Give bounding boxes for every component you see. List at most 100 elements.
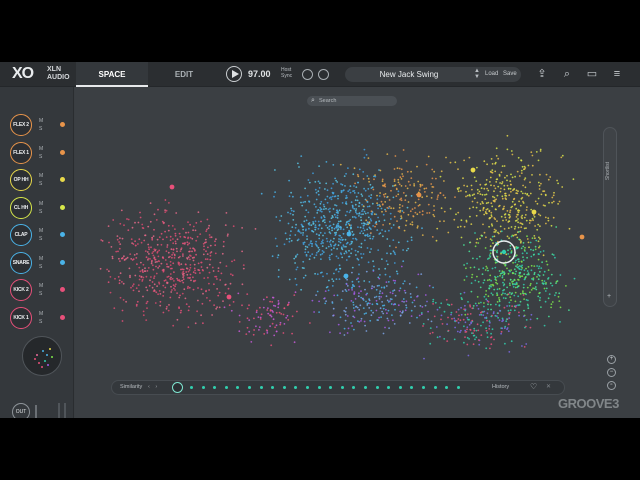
sample-dot[interactable] — [358, 308, 361, 311]
sample-dot[interactable] — [529, 284, 532, 287]
sample-dot[interactable] — [306, 194, 309, 197]
sample-dot[interactable] — [389, 212, 392, 215]
sample-dot[interactable] — [432, 286, 434, 289]
sample-dot[interactable] — [365, 270, 368, 273]
mute-button[interactable]: M — [39, 146, 43, 152]
sample-dot[interactable] — [498, 298, 501, 301]
sample-dot[interactable] — [338, 220, 340, 223]
sample-dot[interactable] — [421, 306, 424, 308]
sample-dot[interactable] — [142, 310, 145, 313]
sample-dot[interactable] — [400, 215, 403, 218]
sample-dot[interactable] — [314, 226, 316, 229]
sample-dot[interactable] — [153, 213, 156, 216]
sample-dot[interactable] — [370, 210, 373, 213]
sample-dot[interactable] — [224, 292, 227, 295]
sample-dot[interactable] — [406, 187, 409, 190]
sample-dot[interactable] — [471, 332, 473, 334]
sample-dot[interactable] — [520, 169, 523, 172]
sample-dot[interactable] — [369, 302, 371, 305]
sample-dot[interactable] — [300, 201, 302, 204]
sample-dot[interactable] — [128, 267, 131, 270]
sample-dot[interactable] — [328, 231, 331, 234]
sample-dot[interactable] — [495, 155, 498, 157]
sample-dot[interactable] — [378, 284, 380, 287]
sample-dot[interactable] — [279, 219, 281, 222]
sample-dot[interactable] — [288, 278, 291, 281]
sample-dot[interactable] — [338, 234, 341, 237]
sample-dot[interactable] — [121, 320, 124, 322]
sample-dot[interactable] — [502, 207, 505, 210]
sample-dot[interactable] — [339, 238, 342, 241]
sample-dot[interactable] — [332, 280, 335, 283]
sample-dot[interactable] — [442, 194, 445, 197]
solo-button[interactable]: S — [39, 319, 42, 325]
sequencer-step[interactable] — [398, 386, 402, 389]
sample-dot[interactable] — [387, 319, 390, 322]
sample-dot[interactable] — [464, 304, 466, 307]
sample-dot[interactable] — [309, 255, 312, 257]
sample-dot[interactable] — [353, 291, 356, 293]
sample-dot[interactable] — [142, 276, 145, 279]
sample-dot[interactable] — [156, 285, 158, 287]
sample-dot[interactable] — [321, 245, 324, 248]
sequencer-step[interactable] — [433, 386, 437, 389]
sample-dot[interactable] — [527, 299, 529, 302]
sample-dot[interactable] — [283, 243, 286, 246]
sample-dot[interactable] — [473, 193, 475, 196]
sample-dot[interactable] — [360, 219, 363, 222]
sample-dot[interactable] — [333, 272, 335, 275]
sample-dot[interactable] — [402, 149, 405, 151]
sample-dot[interactable] — [358, 215, 360, 217]
sample-dot[interactable] — [529, 241, 532, 244]
sample-dot[interactable] — [320, 242, 323, 245]
sample-dot[interactable] — [493, 338, 495, 341]
sample-dot[interactable] — [393, 178, 396, 181]
sample-dot[interactable] — [527, 266, 530, 268]
sample-dot[interactable] — [349, 191, 352, 194]
sample-dot[interactable] — [537, 295, 540, 298]
sample-dot[interactable] — [266, 332, 269, 334]
track-pad[interactable]: FLEX 2 — [10, 114, 32, 136]
sample-dot[interactable] — [459, 319, 462, 322]
sample-dot[interactable] — [328, 197, 331, 199]
sample-dot[interactable] — [385, 308, 387, 311]
sample-dot[interactable] — [146, 289, 149, 292]
sample-dot[interactable] — [257, 316, 260, 318]
sample-dot[interactable] — [165, 250, 168, 253]
sample-dot[interactable] — [329, 207, 331, 210]
sample-dot[interactable] — [332, 240, 334, 243]
sample-dot[interactable] — [392, 196, 395, 199]
sample-dot[interactable] — [547, 297, 550, 300]
sample-dot[interactable] — [415, 286, 418, 289]
sample-dot[interactable] — [217, 270, 220, 272]
sample-dot[interactable] — [544, 216, 547, 219]
sample-dot[interactable] — [313, 203, 316, 206]
sample-dot[interactable] — [302, 228, 304, 231]
sample-dot[interactable] — [516, 236, 519, 239]
sample-dot[interactable] — [362, 253, 365, 255]
sample-dot[interactable] — [489, 303, 492, 306]
sample-dot[interactable] — [508, 237, 510, 240]
sample-dot[interactable] — [225, 265, 228, 267]
sample-dot[interactable] — [449, 207, 452, 210]
sample-dot[interactable] — [185, 267, 188, 270]
sample-dot[interactable] — [497, 316, 499, 319]
sample-dot[interactable] — [503, 228, 506, 230]
sample-dot[interactable] — [503, 306, 506, 309]
sample-dot[interactable] — [509, 187, 512, 190]
sample-dot[interactable] — [296, 310, 298, 313]
sample-dot[interactable] — [315, 191, 318, 194]
sample-dot[interactable] — [340, 246, 343, 249]
sample-dot[interactable] — [481, 235, 483, 237]
sample-dot[interactable] — [390, 303, 393, 305]
sample-dot[interactable] — [313, 216, 316, 219]
sample-dot[interactable] — [174, 240, 177, 243]
zoom-in-icon[interactable]: + — [607, 355, 616, 364]
sample-dot[interactable] — [530, 255, 533, 258]
sample-dot[interactable] — [188, 242, 191, 245]
mute-button[interactable]: M — [39, 118, 43, 124]
sample-dot[interactable] — [519, 293, 522, 295]
sample-dot[interactable] — [466, 326, 469, 329]
sample-dot[interactable] — [179, 311, 182, 314]
sample-dot[interactable] — [116, 238, 119, 241]
